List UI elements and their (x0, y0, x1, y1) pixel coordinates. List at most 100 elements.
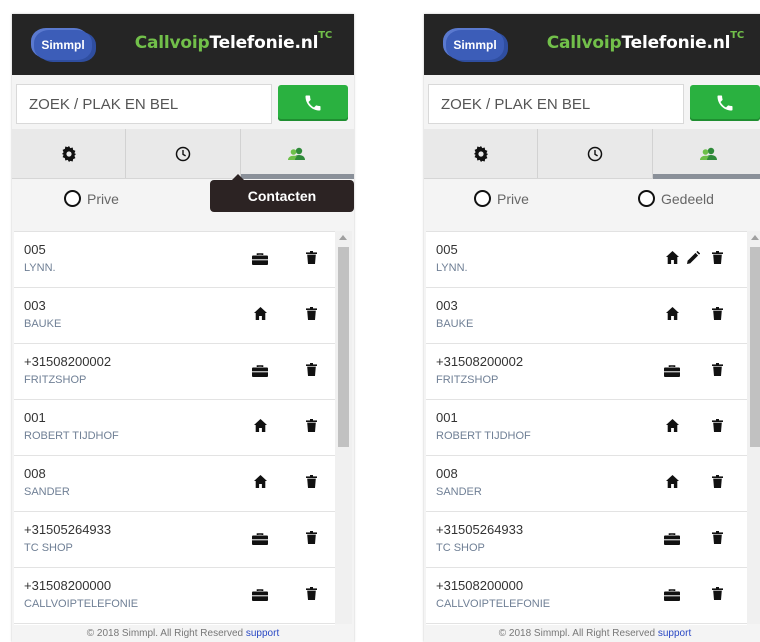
home-icon[interactable] (666, 251, 679, 269)
contact-name: BAUKE (436, 318, 474, 330)
contact-row[interactable]: +31508200000 CALLVOIPTELEFONIE (426, 568, 747, 624)
home-icon[interactable] (666, 307, 679, 325)
home-icon[interactable] (254, 419, 267, 437)
briefcase-icon[interactable] (252, 588, 268, 606)
support-link[interactable]: support (658, 628, 691, 639)
search-input[interactable] (17, 85, 271, 123)
contact-name: SANDER (436, 486, 482, 498)
clock-icon (587, 146, 603, 161)
contact-number: 001 (436, 410, 458, 425)
briefcase-icon[interactable] (664, 364, 680, 382)
call-button[interactable] (690, 85, 760, 121)
brand-name-white: Telefonie.nl (209, 33, 319, 53)
briefcase-icon[interactable] (664, 588, 680, 606)
contact-row[interactable]: 008 SANDER (14, 456, 335, 512)
app-header: Simmpl CallvoipTelefonie.nlTC (424, 14, 760, 75)
contact-row[interactable]: 001 ROBERT TIJDHOF (14, 400, 335, 456)
trash-icon[interactable] (712, 531, 723, 549)
trash-icon[interactable] (306, 531, 317, 549)
contact-number: +31508200000 (24, 578, 112, 593)
simmpl-logo: Simmpl (446, 30, 504, 60)
scroll-thumb[interactable] (338, 247, 349, 447)
home-icon[interactable] (666, 475, 679, 493)
tab-history[interactable] (538, 129, 653, 178)
trash-icon[interactable] (306, 251, 317, 269)
scrollbar[interactable] (335, 231, 352, 624)
footer: © 2018 Simmpl. All Right Reserved suppor… (12, 625, 354, 642)
trash-icon[interactable] (712, 251, 723, 269)
contact-row[interactable]: +31508200002 FRITZSHOP (426, 344, 747, 400)
briefcase-icon[interactable] (252, 532, 268, 550)
contact-list: 005 LYNN. 003 BAUKE +31508200002 FRITZSHOP 001… (426, 231, 747, 625)
tab-bar (12, 129, 354, 179)
simmpl-logo: Simmpl (34, 30, 92, 60)
contact-name: LYNN. (24, 262, 56, 274)
contact-row[interactable]: 005 LYNN. (14, 232, 335, 288)
home-icon[interactable] (254, 475, 267, 493)
extension-panel-right: Simmpl CallvoipTelefonie.nlTC Prive Gede… (424, 14, 760, 642)
trash-icon[interactable] (306, 363, 317, 381)
contact-row[interactable]: 003 BAUKE (14, 288, 335, 344)
trash-icon[interactable] (306, 475, 317, 493)
contact-number: +31505264933 (24, 522, 112, 537)
scroll-up-arrow[interactable] (751, 235, 759, 240)
tab-settings[interactable] (12, 129, 127, 178)
scroll-up-arrow[interactable] (339, 235, 347, 240)
contact-row[interactable]: +31505264933 TC SHOP (426, 512, 747, 568)
trash-icon[interactable] (306, 307, 317, 325)
trash-icon[interactable] (712, 587, 723, 605)
tab-history[interactable] (126, 129, 241, 178)
support-link[interactable]: support (246, 628, 279, 639)
radio-private-circle (474, 190, 491, 207)
contact-number: +31508200000 (436, 578, 524, 593)
copyright-text: © 2018 Simmpl. All Right Reserved (86, 628, 244, 639)
contact-row[interactable]: +31508200000 CALLVOIPTELEFONIE (14, 568, 335, 624)
contact-row[interactable]: 008 SANDER (426, 456, 747, 512)
home-icon[interactable] (254, 307, 267, 325)
trash-icon[interactable] (306, 587, 317, 605)
brand-title: CallvoipTelefonie.nlTC (135, 30, 332, 53)
trash-icon[interactable] (712, 363, 723, 381)
radio-shared-label: Gedeeld (661, 190, 714, 207)
footer: © 2018 Simmpl. All Right Reserved suppor… (424, 625, 760, 642)
scrollbar[interactable] (747, 231, 760, 624)
contact-row[interactable]: 003 BAUKE (426, 288, 747, 344)
contact-number: 003 (24, 298, 46, 313)
radio-private[interactable]: Prive (474, 190, 529, 207)
briefcase-icon[interactable] (252, 252, 268, 270)
phone-icon (717, 95, 733, 111)
contact-number: +31508200002 (24, 354, 112, 369)
scroll-thumb[interactable] (750, 247, 760, 447)
trash-icon[interactable] (306, 419, 317, 437)
trash-icon[interactable] (712, 475, 723, 493)
search-input[interactable] (429, 85, 683, 123)
briefcase-icon[interactable] (252, 364, 268, 382)
radio-private-label: Prive (497, 190, 529, 207)
contact-filter: Prive Gedeeld (424, 190, 760, 220)
contact-number: 005 (436, 242, 458, 257)
contact-row[interactable]: +31508200002 FRITZSHOP (14, 344, 335, 400)
contact-row[interactable]: +31505264933 TC SHOP (14, 512, 335, 568)
pencil-icon[interactable] (687, 250, 701, 269)
gear-icon (473, 145, 488, 162)
home-icon[interactable] (666, 419, 679, 437)
contact-row[interactable]: 001 ROBERT TIJDHOF (426, 400, 747, 456)
briefcase-icon[interactable] (664, 532, 680, 550)
contact-number: 005 (24, 242, 46, 257)
radio-shared[interactable]: Gedeeld (638, 190, 714, 207)
contact-row[interactable]: 005 LYNN. (426, 232, 747, 288)
extension-panel-left: Simmpl CallvoipTelefonie.nlTC Prive Cont… (12, 14, 354, 642)
tab-contacts[interactable] (240, 129, 354, 179)
contact-name: SANDER (24, 486, 70, 498)
radio-private[interactable]: Prive (64, 190, 119, 207)
tab-contacts[interactable] (652, 129, 760, 179)
phone-icon (305, 95, 321, 111)
tab-bar (424, 129, 760, 179)
tab-settings[interactable] (424, 129, 539, 178)
radio-shared-circle (638, 190, 655, 207)
trash-icon[interactable] (712, 307, 723, 325)
call-button[interactable] (278, 85, 348, 121)
contact-name: FRITZSHOP (24, 374, 87, 386)
contact-number: 008 (436, 466, 458, 481)
trash-icon[interactable] (712, 419, 723, 437)
